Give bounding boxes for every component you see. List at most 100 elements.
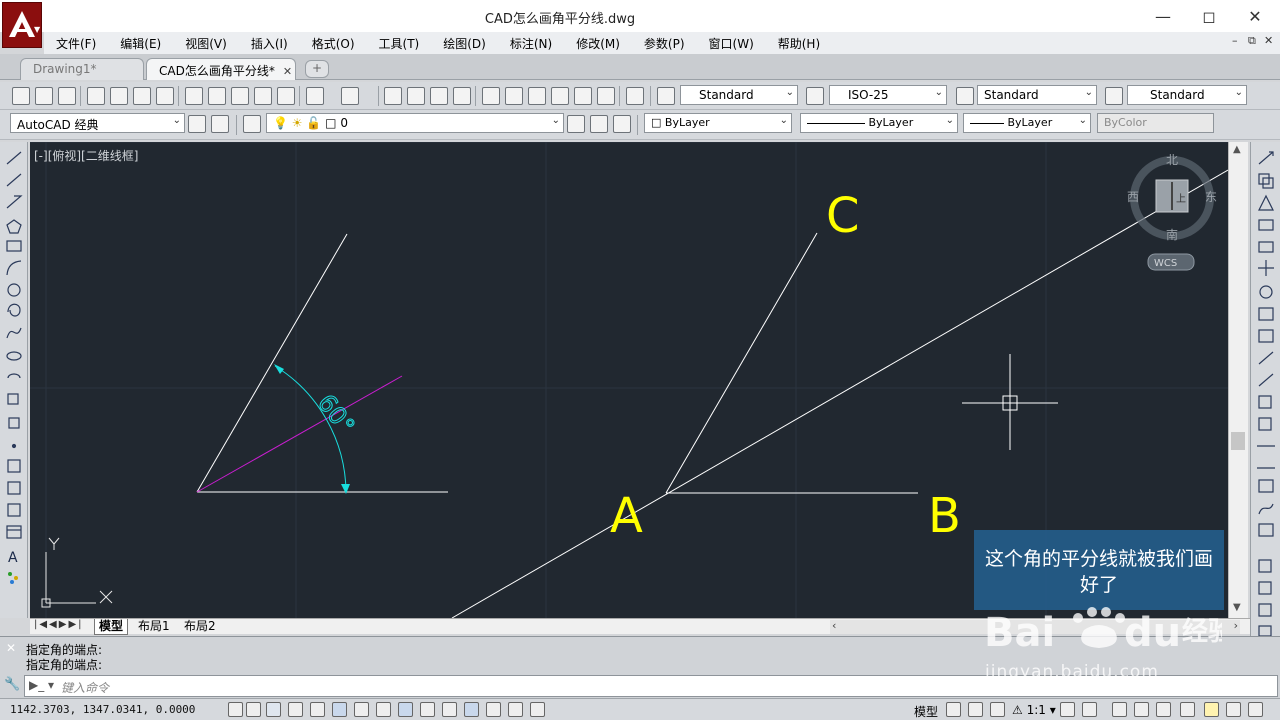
viewcube[interactable]: 北 南 东 西 上 WCS <box>1127 153 1217 271</box>
menu-view[interactable]: 视图(V) <box>173 35 239 52</box>
dynamic-input-icon[interactable] <box>420 702 435 717</box>
scroll-up-icon[interactable]: ▲ <box>1233 144 1241 155</box>
dynamic-ucs-icon[interactable] <box>398 702 413 717</box>
annotation-monitor-icon[interactable] <box>530 702 545 717</box>
close-button[interactable]: ✕ <box>1232 0 1278 32</box>
angle-bisector-line[interactable] <box>196 375 403 493</box>
tab-drawing1[interactable]: Drawing1* <box>20 58 144 80</box>
menu-parametric[interactable]: 参数(P) <box>632 35 697 52</box>
doc-minimize-button[interactable]: – <box>1232 34 1238 47</box>
cut-icon[interactable] <box>185 87 203 105</box>
vertical-scrollbar[interactable]: ▲ ▼ <box>1228 142 1248 618</box>
zoom-previous-icon[interactable] <box>453 87 471 105</box>
angle-with-dimension[interactable]: 60° <box>196 233 448 494</box>
selection-cycling-icon[interactable] <box>508 702 523 717</box>
copy-icon[interactable] <box>208 87 226 105</box>
grid-display-icon[interactable] <box>266 702 281 717</box>
table-style-icon[interactable] <box>956 87 974 105</box>
zoom-realtime-icon[interactable] <box>407 87 425 105</box>
color-select[interactable]: □ ByLayer ⌄ <box>644 113 792 133</box>
angle-ray-upper[interactable] <box>196 233 348 493</box>
application-menu-button[interactable]: ▼ <box>2 2 42 48</box>
tab-model[interactable]: 模型 <box>94 619 129 635</box>
multileader-style-icon[interactable] <box>1105 87 1123 105</box>
customize-icon[interactable] <box>211 115 229 133</box>
menu-tools[interactable]: 工具(T) <box>367 35 432 52</box>
lineweight-select[interactable]: ByLayer ⌄ <box>963 113 1091 133</box>
minimize-button[interactable]: — <box>1140 0 1186 32</box>
auto-scale-icon[interactable] <box>1082 702 1097 717</box>
calculator-icon[interactable] <box>597 87 615 105</box>
undo-icon[interactable] <box>306 87 324 105</box>
isolate-objects-icon[interactable] <box>1180 702 1195 717</box>
layer-select[interactable]: 💡 ☀ 🔓 □ 0 ⌄ <box>266 113 564 133</box>
menu-modify[interactable]: 修改(M) <box>564 35 632 52</box>
zoom-window-icon[interactable] <box>430 87 448 105</box>
object-snap-icon[interactable] <box>332 702 347 717</box>
scroll-left-icon[interactable]: ‹ <box>832 619 836 632</box>
compass-south[interactable]: 南 <box>1166 227 1178 242</box>
layer-properties-icon[interactable] <box>243 115 261 133</box>
menu-file[interactable]: 文件(F) <box>44 35 108 52</box>
quick-view-drawings-icon[interactable] <box>968 702 983 717</box>
pan-status-icon[interactable] <box>990 702 1005 717</box>
compass-west[interactable]: 西 <box>1127 190 1139 204</box>
scroll-thumb[interactable] <box>1231 432 1245 450</box>
doc-restore-button[interactable]: ⧉ <box>1248 34 1256 48</box>
print-preview-icon[interactable] <box>110 87 128 105</box>
open-file-icon[interactable] <box>35 87 53 105</box>
workspace-switching-icon[interactable] <box>1112 702 1127 717</box>
menu-insert[interactable]: 插入(I) <box>239 35 300 52</box>
match-properties-icon[interactable] <box>277 87 295 105</box>
sheet-set-icon[interactable] <box>551 87 569 105</box>
paste-icon[interactable] <box>231 87 249 105</box>
workspace-settings-icon[interactable] <box>188 115 206 133</box>
menu-draw[interactable]: 绘图(D) <box>431 35 498 52</box>
lock-ui-icon[interactable] <box>1134 702 1149 717</box>
workspace-select[interactable]: AutoCAD 经典 ⌄ <box>10 113 185 133</box>
menu-window[interactable]: 窗口(W) <box>697 35 766 52</box>
dimension-style-icon[interactable] <box>806 87 824 105</box>
3d-publish-icon[interactable] <box>156 87 174 105</box>
infer-constraints-icon[interactable] <box>228 702 243 717</box>
scroll-down-icon[interactable]: ▼ <box>1233 602 1241 613</box>
menu-dimension[interactable]: 标注(N) <box>498 35 564 52</box>
menu-edit[interactable]: 编辑(E) <box>108 35 173 52</box>
layout-nav-icons[interactable]: |◀◀▶▶| <box>34 619 84 630</box>
annotation-visibility-icon[interactable] <box>1060 702 1075 717</box>
maximize-button[interactable]: ◻ <box>1186 0 1232 32</box>
clean-screen-icon[interactable] <box>1248 702 1263 717</box>
make-current-layer-icon[interactable] <box>567 115 585 133</box>
object-snap-tracking-icon[interactable] <box>376 702 391 717</box>
lineweight-toggle-icon[interactable] <box>442 702 457 717</box>
save-icon[interactable] <box>58 87 76 105</box>
redo-icon[interactable] <box>341 87 359 105</box>
plotstyle-select[interactable]: ByColor <box>1097 113 1214 133</box>
linetype-select[interactable]: ByLayer ⌄ <box>800 113 958 133</box>
markup-icon[interactable] <box>574 87 592 105</box>
coordinates-readout[interactable]: 1142.3703, 1347.0341, 0.0000 <box>10 703 195 716</box>
3d-object-snap-icon[interactable] <box>354 702 369 717</box>
model-space-button[interactable]: 模型 <box>914 703 938 720</box>
tab-layout1[interactable]: 布局1 <box>134 619 174 635</box>
menu-format[interactable]: 格式(O) <box>300 35 367 52</box>
compass-east[interactable]: 东 <box>1205 190 1217 204</box>
ray-ac[interactable] <box>665 232 818 494</box>
angle-dimension-text[interactable]: 60° <box>311 389 360 441</box>
annotation-scale[interactable]: ⚠ 1:1 ▾ <box>1012 703 1056 717</box>
compass-north[interactable]: 北 <box>1166 153 1178 167</box>
dimension-style-select[interactable]: ISO-25 ⌄ <box>829 85 947 105</box>
tool-palettes-icon[interactable] <box>528 87 546 105</box>
quick-properties-icon[interactable] <box>486 702 501 717</box>
snap-mode-icon[interactable] <box>246 702 261 717</box>
new-file-icon[interactable] <box>12 87 30 105</box>
paste-block-icon[interactable] <box>254 87 272 105</box>
tab-layout2[interactable]: 布局2 <box>180 619 220 635</box>
viewport-controls-label[interactable]: [-][俯视][二维线框] <box>34 147 138 164</box>
text-style-select[interactable]: Standard ⌄ <box>680 85 798 105</box>
scroll-right-icon[interactable]: › <box>1234 619 1238 632</box>
hardware-acceleration-icon[interactable] <box>1156 702 1171 717</box>
doc-close-button[interactable]: ✕ <box>1264 34 1273 47</box>
help-icon[interactable] <box>626 87 644 105</box>
wrench-icon[interactable]: 🔧 <box>4 677 20 692</box>
